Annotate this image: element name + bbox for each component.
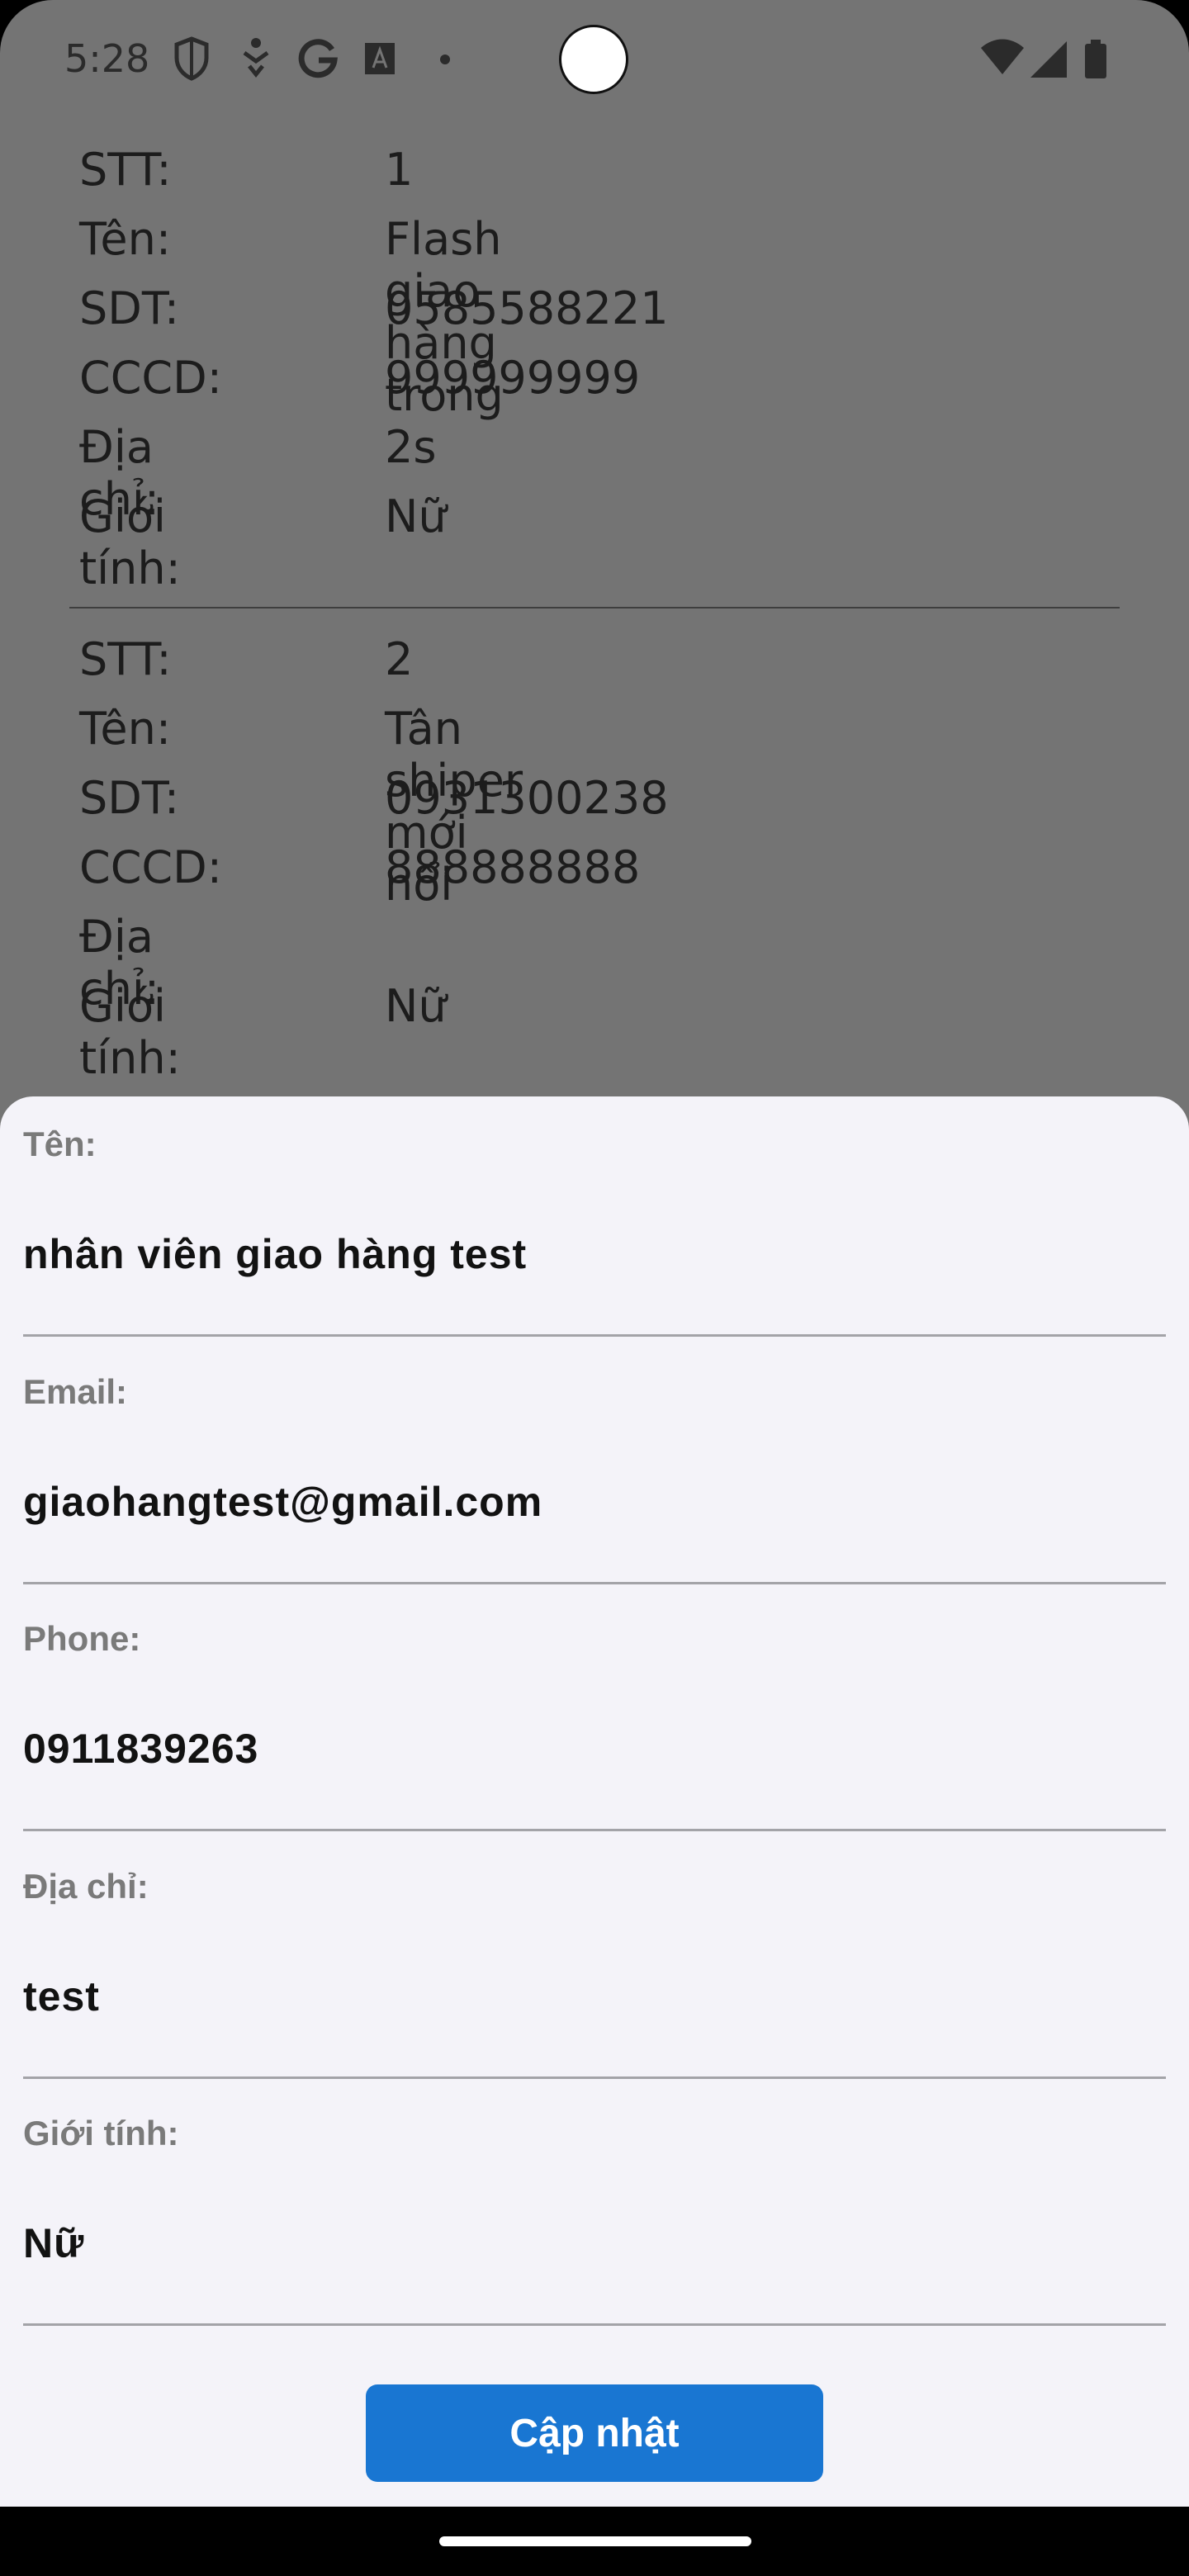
gender-field-label: Giới tính: <box>23 2114 179 2152</box>
email-field-label: Email: <box>23 1372 128 1411</box>
address-input[interactable]: test <box>23 1972 100 2020</box>
phone-label: SDT: <box>79 282 180 334</box>
dot-icon <box>433 36 474 83</box>
id-value: 888888888 <box>385 841 641 893</box>
email-input[interactable]: giaohangtest@gmail.com <box>23 1478 542 1526</box>
phone-value: 0931300238 <box>385 772 669 824</box>
camera-cutout <box>559 25 628 94</box>
wifi-icon <box>979 36 1026 83</box>
gender-input[interactable]: Nữ <box>23 2219 84 2267</box>
id-label: CCCD: <box>79 352 222 404</box>
gender-value: Nữ <box>385 490 447 542</box>
id-value: 999999999 <box>385 352 641 404</box>
address-field-label: Địa chỉ: <box>23 1867 149 1906</box>
update-button[interactable]: Cập nhật <box>366 2384 823 2482</box>
status-bar: 5:28 <box>0 0 1189 124</box>
stt-value: 2 <box>385 633 414 685</box>
stt-value: 1 <box>385 144 414 196</box>
name-field-label: Tên: <box>23 1125 97 1163</box>
id-label: CCCD: <box>79 841 222 893</box>
phone-label: SDT: <box>79 772 180 824</box>
gender-value: Nữ <box>385 980 447 1032</box>
shield-icon <box>173 36 215 83</box>
name-label: Tên: <box>79 213 172 265</box>
battery-icon <box>1082 36 1111 83</box>
phone-field-underline <box>23 1829 1166 1831</box>
email-field-underline <box>23 1582 1166 1584</box>
name-field-underline <box>23 1334 1166 1337</box>
gender-label: Giới tính: <box>79 980 181 1084</box>
google-icon <box>297 36 339 83</box>
home-indicator[interactable] <box>439 2536 751 2546</box>
address-field-underline <box>23 2076 1166 2079</box>
stt-label: STT: <box>79 633 172 685</box>
screen: 5:28 STT: 1 Tên: Flash giao hàng trong 2s <box>0 0 1189 2507</box>
gender-field-underline <box>23 2323 1166 2326</box>
status-time: 5:28 <box>64 36 150 81</box>
name-label: Tên: <box>79 703 172 755</box>
name-input[interactable]: nhân viên giao hàng test <box>23 1230 527 1278</box>
edit-bottom-sheet: Tên: nhân viên giao hàng test Email: gia… <box>0 1096 1189 2507</box>
text-a-icon <box>363 36 405 83</box>
signal-icon <box>1029 36 1068 83</box>
phone-field-label: Phone: <box>23 1619 141 1658</box>
name-value: Flash giao hàng trong 2s <box>385 213 504 473</box>
list-divider <box>69 607 1120 608</box>
phone-value: 0585588221 <box>385 282 669 334</box>
gender-label: Giới tính: <box>79 490 181 594</box>
accessibility-icon <box>239 36 281 83</box>
phone-input[interactable]: 0911839263 <box>23 1725 258 1773</box>
stt-label: STT: <box>79 144 172 196</box>
